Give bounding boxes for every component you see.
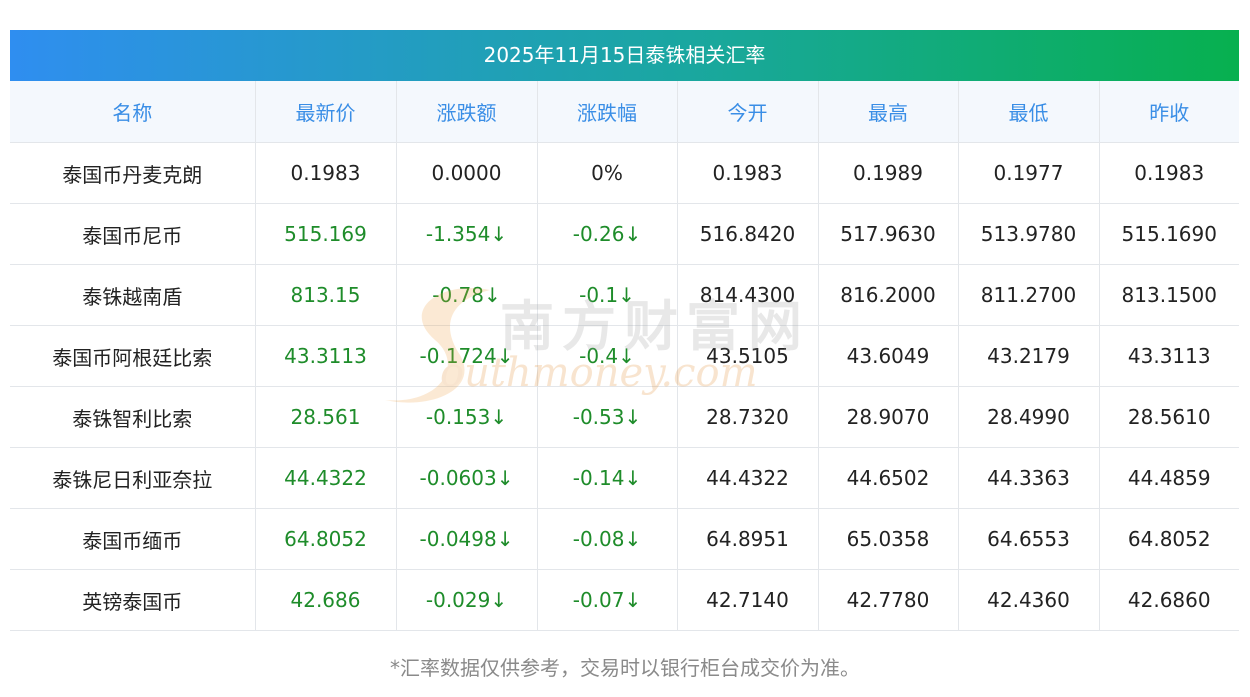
cell-change: -0.78↓ (395, 264, 537, 326)
cell-low: 42.4360 (957, 569, 1099, 631)
header-high: 最高 (817, 81, 958, 143)
cell-latest: 42.686 (254, 569, 396, 631)
cell-latest: 0.1983 (254, 142, 396, 204)
cell-name: 泰铢智利比索 (10, 386, 255, 448)
cell-change-pct: -0.14↓ (536, 447, 677, 509)
cell-change-pct: -0.26↓ (536, 203, 677, 265)
cell-change: -0.153↓ (395, 386, 537, 448)
cell-low: 513.9780 (957, 203, 1099, 265)
cell-name: 泰国币缅币 (10, 508, 255, 570)
cell-low: 28.4990 (957, 386, 1099, 448)
cell-latest: 28.561 (254, 386, 396, 448)
cell-prev-close: 44.4859 (1098, 447, 1239, 509)
cell-high: 0.1989 (817, 142, 958, 204)
cell-low: 811.2700 (957, 264, 1099, 326)
header-low: 最低 (957, 81, 1099, 143)
cell-low: 43.2179 (957, 325, 1099, 387)
cell-latest: 64.8052 (254, 508, 396, 570)
cell-open: 28.7320 (676, 386, 818, 448)
cell-change: -0.029↓ (395, 569, 537, 631)
cell-open: 0.1983 (676, 142, 818, 204)
cell-prev-close: 64.8052 (1098, 508, 1239, 570)
cell-name: 泰国币阿根廷比索 (10, 325, 255, 387)
cell-change-pct: -0.4↓ (536, 325, 677, 387)
cell-change-pct: -0.1↓ (536, 264, 677, 326)
cell-change-pct: -0.53↓ (536, 386, 677, 448)
cell-latest: 44.4322 (254, 447, 396, 509)
table-row: 泰铢尼日利亚奈拉 44.4322 -0.0603↓ -0.14↓ 44.4322… (10, 447, 1239, 509)
cell-name: 泰国币丹麦克朗 (10, 142, 255, 204)
header-open: 今开 (676, 81, 818, 143)
cell-prev-close: 0.1983 (1098, 142, 1239, 204)
cell-change: -0.0603↓ (395, 447, 537, 509)
cell-change: -1.354↓ (395, 203, 537, 265)
cell-high: 42.7780 (817, 569, 958, 631)
table-row: 泰国币尼币 515.169 -1.354↓ -0.26↓ 516.8420 51… (10, 203, 1239, 265)
cell-name: 泰铢越南盾 (10, 264, 255, 326)
disclaimer-note: *汇率数据仅供参考，交易时以银行柜台成交价为准。 (390, 656, 860, 680)
table-title: 2025年11月15日泰铢相关汇率 (10, 30, 1239, 81)
header-latest: 最新价 (254, 81, 396, 143)
cell-open: 64.8951 (676, 508, 818, 570)
cell-high: 28.9070 (817, 386, 958, 448)
cell-prev-close: 813.1500 (1098, 264, 1239, 326)
cell-latest: 515.169 (254, 203, 396, 265)
table-row: 泰国币阿根廷比索 43.3113 -0.1724↓ -0.4↓ 43.5105 … (10, 325, 1239, 387)
cell-change-pct: 0% (536, 142, 677, 204)
cell-low: 44.3363 (957, 447, 1099, 509)
rate-table: 名称 最新价 涨跌额 涨跌幅 今开 最高 最低 昨收 泰国币丹麦克朗 0.198… (10, 81, 1239, 631)
table-row: 泰铢智利比索 28.561 -0.153↓ -0.53↓ 28.7320 28.… (10, 386, 1239, 448)
cell-name: 泰国币尼币 (10, 203, 255, 265)
cell-high: 517.9630 (817, 203, 958, 265)
cell-prev-close: 28.5610 (1098, 386, 1239, 448)
table-row: 英镑泰国币 42.686 -0.029↓ -0.07↓ 42.7140 42.7… (10, 569, 1239, 631)
cell-low: 0.1977 (957, 142, 1099, 204)
table-row: 泰国币丹麦克朗 0.1983 0.0000 0% 0.1983 0.1989 0… (10, 142, 1239, 204)
cell-high: 816.2000 (817, 264, 958, 326)
header-row: 名称 最新价 涨跌额 涨跌幅 今开 最高 最低 昨收 (10, 81, 1239, 143)
cell-latest: 43.3113 (254, 325, 396, 387)
table-row: 泰铢越南盾 813.15 -0.78↓ -0.1↓ 814.4300 816.2… (10, 264, 1239, 326)
cell-change: 0.0000 (395, 142, 537, 204)
cell-open: 814.4300 (676, 264, 818, 326)
cell-high: 65.0358 (817, 508, 958, 570)
cell-open: 44.4322 (676, 447, 818, 509)
rate-table-container: 2025年11月15日泰铢相关汇率 名称 最新价 涨跌额 涨跌幅 今开 最高 最… (10, 30, 1239, 631)
cell-prev-close: 515.1690 (1098, 203, 1239, 265)
cell-open: 516.8420 (676, 203, 818, 265)
cell-high: 44.6502 (817, 447, 958, 509)
cell-change-pct: -0.08↓ (536, 508, 677, 570)
cell-change-pct: -0.07↓ (536, 569, 677, 631)
cell-name: 英镑泰国币 (10, 569, 255, 631)
cell-latest: 813.15 (254, 264, 396, 326)
cell-low: 64.6553 (957, 508, 1099, 570)
header-change-pct: 涨跌幅 (536, 81, 677, 143)
header-name: 名称 (10, 81, 255, 143)
cell-prev-close: 42.6860 (1098, 569, 1239, 631)
table-row: 泰国币缅币 64.8052 -0.0498↓ -0.08↓ 64.8951 65… (10, 508, 1239, 570)
cell-high: 43.6049 (817, 325, 958, 387)
cell-open: 42.7140 (676, 569, 818, 631)
cell-name: 泰铢尼日利亚奈拉 (10, 447, 255, 509)
cell-prev-close: 43.3113 (1098, 325, 1239, 387)
cell-change: -0.1724↓ (395, 325, 537, 387)
cell-open: 43.5105 (676, 325, 818, 387)
header-prev-close: 昨收 (1098, 81, 1239, 143)
cell-change: -0.0498↓ (395, 508, 537, 570)
header-change: 涨跌额 (395, 81, 537, 143)
